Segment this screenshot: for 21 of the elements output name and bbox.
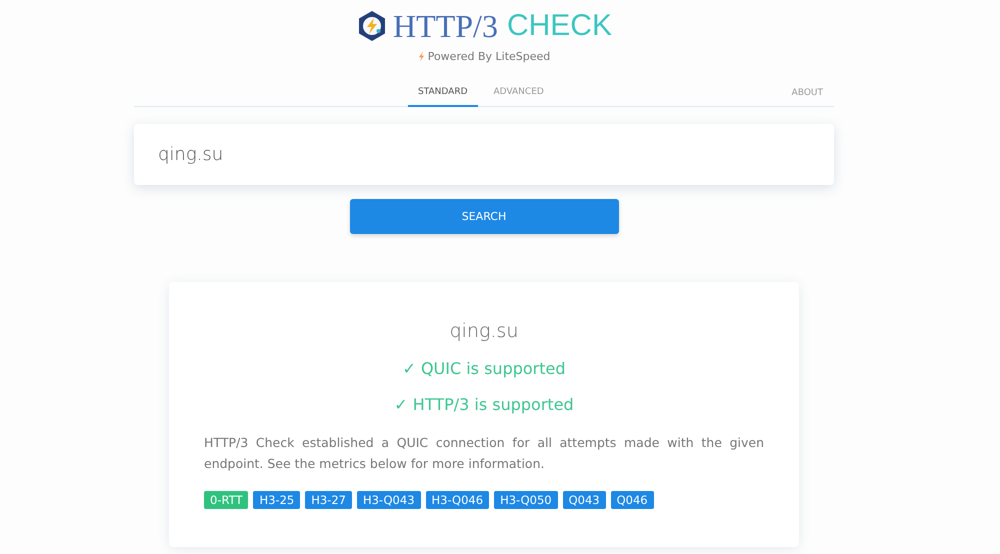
feature-tag: H3-27	[305, 491, 352, 509]
search-field[interactable]: qing.su	[134, 124, 834, 185]
nav-tab[interactable]: STANDARD	[408, 81, 478, 107]
result-host: qing.su	[450, 320, 518, 342]
site-title-accent: CHECK	[506, 9, 612, 43]
feature-tag: H3-Q046	[426, 491, 490, 509]
powered-by-text: Powered By LiteSpeed	[428, 50, 550, 63]
result-description: HTTP/3 Check established a QUIC connection for all attempts made with the given endpoint. See the metrics below for more information.	[204, 434, 764, 473]
feature-tag: H3-25	[253, 491, 300, 509]
feature-tag: Q043	[562, 491, 606, 509]
check-result: ✓ HTTP/3 is supported	[394, 395, 574, 414]
about-link[interactable]: ABOUT	[780, 82, 834, 106]
feature-tag: H3-Q043	[356, 491, 421, 509]
lightning-icon	[418, 51, 425, 62]
feature-tag: H3-Q050	[494, 491, 558, 509]
search-button[interactable]: SEARCH	[350, 199, 618, 234]
nav-tab[interactable]: ADVANCED	[484, 81, 554, 107]
feature-tag: Q046	[610, 491, 654, 509]
feature-tag: 0-RTT	[204, 491, 248, 509]
site-title: HTTP/3	[393, 9, 498, 43]
check-result: ✓ QUIC is supported	[402, 359, 566, 378]
